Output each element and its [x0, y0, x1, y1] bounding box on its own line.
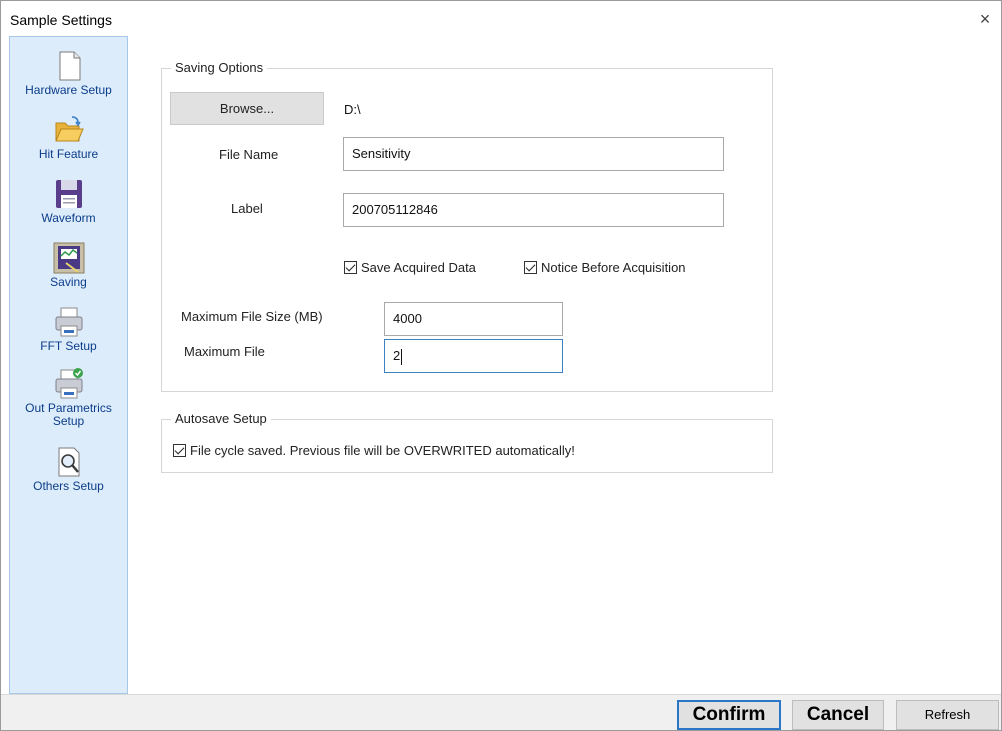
save-acquired-data-checkbox[interactable]: Save Acquired Data: [344, 260, 476, 275]
confirm-button[interactable]: Confirm: [677, 700, 781, 730]
sidebar-item-others-setup[interactable]: Others Setup: [10, 445, 127, 493]
max-file-size-input[interactable]: 4000: [384, 302, 563, 336]
floppy-disk-icon: [55, 180, 82, 208]
sidebar-item-out-parametrics-setup[interactable]: Out Parametrics Setup: [10, 367, 127, 428]
folder-open-icon: [54, 116, 84, 142]
sidebar-item-label: Out Parametrics Setup: [25, 401, 112, 428]
printer-icon: [55, 307, 82, 337]
max-file-input[interactable]: 2: [384, 339, 563, 373]
sidebar-item-label: Others Setup: [33, 479, 104, 493]
file-cycle-saved-checkbox[interactable]: File cycle saved. Previous file will be …: [173, 443, 575, 458]
settings-sidebar: Hardware Setup Hit Feature Waveform Savi…: [9, 36, 128, 694]
saving-settings-panel: Saving Options Browse... D:\ File Name S…: [129, 36, 1001, 694]
sample-settings-window: Sample Settings × Hardware Setup Hit Fea…: [0, 0, 1002, 731]
max-file-size-label: Maximum File Size (MB): [181, 309, 323, 324]
max-file-label: Maximum File: [184, 344, 265, 359]
sidebar-item-label: Saving: [50, 275, 87, 289]
dialog-footer: Confirm Cancel Refresh: [1, 694, 1001, 730]
notice-before-acquisition-checkbox[interactable]: Notice Before Acquisition: [524, 260, 686, 275]
checkbox-checked-icon: [524, 261, 537, 274]
close-button[interactable]: ×: [971, 7, 999, 31]
sidebar-item-fft-setup[interactable]: FFT Setup: [10, 305, 127, 353]
saving-chart-icon: [53, 242, 84, 274]
window-title: Sample Settings: [10, 12, 112, 28]
saving-options-group: Saving Options Browse... D:\ File Name S…: [161, 60, 773, 392]
title-bar: Sample Settings ×: [1, 1, 1001, 35]
autosave-setup-legend: Autosave Setup: [171, 411, 271, 426]
saving-options-legend: Saving Options: [171, 60, 268, 75]
magnifier-document-icon: [58, 447, 79, 477]
checkbox-checked-icon: [173, 444, 186, 457]
cancel-button[interactable]: Cancel: [792, 700, 884, 730]
sidebar-item-label: Waveform: [41, 211, 96, 225]
refresh-button[interactable]: Refresh: [896, 700, 999, 730]
autosave-setup-group: Autosave Setup File cycle saved. Previou…: [161, 411, 773, 473]
text-caret: [401, 348, 403, 365]
browse-button[interactable]: Browse...: [170, 92, 324, 125]
notice-before-acquisition-label: Notice Before Acquisition: [541, 260, 686, 275]
sidebar-item-label: Hit Feature: [38, 147, 99, 161]
sidebar-item-label: Hardware Setup: [25, 83, 112, 97]
save-path-text: D:\: [344, 102, 361, 117]
save-acquired-data-label: Save Acquired Data: [361, 260, 476, 275]
printer-check-icon: [55, 368, 83, 399]
sidebar-item-hardware-setup[interactable]: Hardware Setup: [10, 49, 127, 97]
sidebar-item-saving[interactable]: Saving: [10, 241, 127, 289]
document-icon: [59, 51, 80, 81]
sidebar-item-hit-feature[interactable]: Hit Feature: [10, 113, 127, 161]
checkbox-checked-icon: [344, 261, 357, 274]
sidebar-item-waveform[interactable]: Waveform: [10, 177, 127, 225]
label-field-label: Label: [231, 201, 263, 216]
file-cycle-saved-label: File cycle saved. Previous file will be …: [190, 443, 575, 458]
file-name-label: File Name: [219, 147, 279, 162]
close-icon: ×: [979, 9, 991, 29]
label-input[interactable]: 200705112846: [343, 193, 724, 227]
file-name-input[interactable]: Sensitivity: [343, 137, 724, 171]
sidebar-item-label: FFT Setup: [40, 339, 97, 353]
max-file-value: 2: [393, 348, 401, 363]
